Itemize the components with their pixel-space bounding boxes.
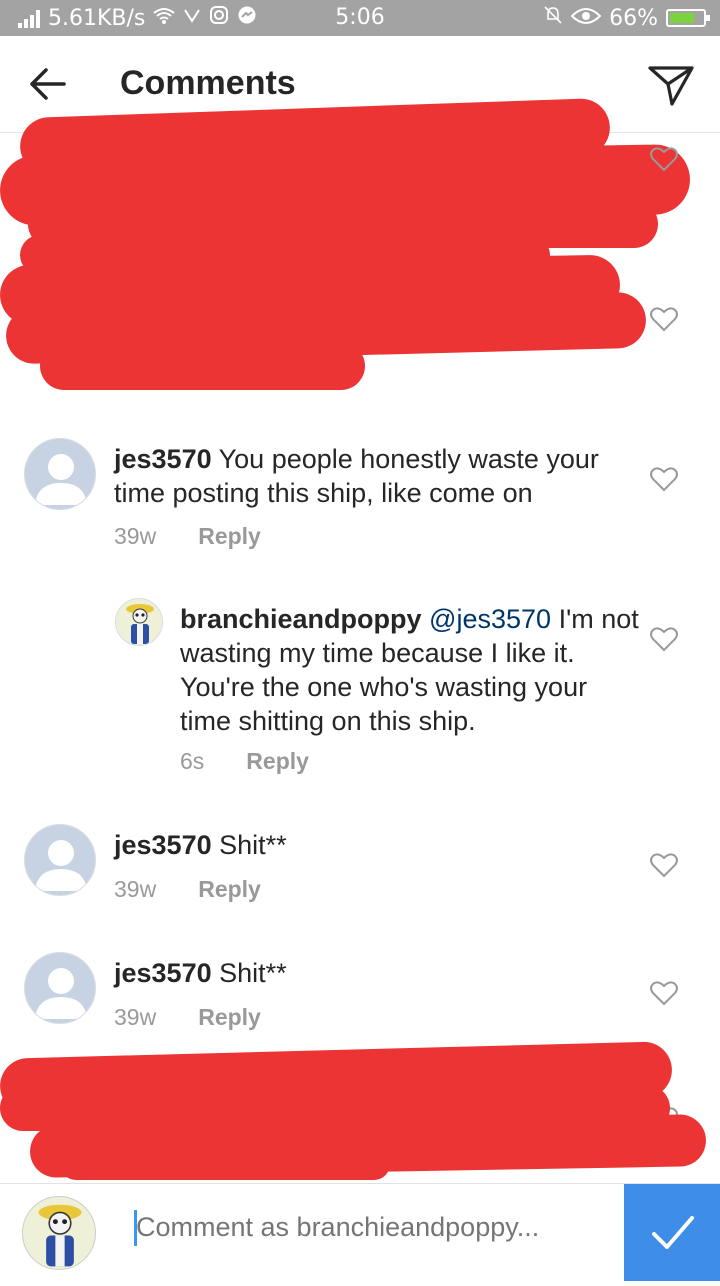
battery-percent: 66% <box>609 5 658 31</box>
status-right: 66% <box>543 5 710 31</box>
avatar[interactable] <box>24 438 96 510</box>
comment-text: Shit** <box>219 830 287 860</box>
comment-username[interactable]: branchieandpoppy <box>180 604 422 634</box>
reply-button[interactable]: Reply <box>198 876 261 903</box>
like-heart-icon[interactable] <box>650 980 678 1006</box>
default-avatar-icon <box>35 454 87 505</box>
comment-item: jes3570 Shit** 39w Reply <box>0 944 720 1054</box>
comment-age: 39w <box>114 523 157 549</box>
back-arrow-icon[interactable] <box>26 62 70 106</box>
mention-link[interactable]: @jes3570 <box>429 604 551 634</box>
avatar[interactable] <box>24 824 96 896</box>
mute-bell-icon <box>543 5 563 31</box>
comment-age: 39w <box>114 1004 157 1030</box>
avatar[interactable] <box>24 952 96 1024</box>
reply-button[interactable]: Reply <box>198 523 261 550</box>
status-bar: 5.61KB/s 5:06 66% <box>0 0 720 36</box>
like-heart-icon[interactable] <box>650 466 678 492</box>
like-heart-icon[interactable] <box>650 852 678 878</box>
send-direct-icon[interactable] <box>646 60 696 110</box>
comment-username[interactable]: jes3570 <box>114 830 212 860</box>
skeleton-avatar-icon <box>38 1204 82 1267</box>
comment-composer <box>0 1183 720 1281</box>
default-avatar-icon <box>35 840 87 891</box>
post-comment-button[interactable] <box>624 1184 720 1281</box>
avatar[interactable] <box>115 598 163 646</box>
comment-body: branchieandpoppy @jes3570 I'm not wastin… <box>180 602 640 738</box>
reply-button[interactable]: Reply <box>246 748 309 775</box>
comment-body: jes3570 Shit** <box>114 956 634 990</box>
comment-username[interactable]: jes3570 <box>114 958 212 988</box>
eye-icon <box>570 6 602 31</box>
comment-meta: 39w Reply <box>114 523 261 550</box>
like-heart-icon[interactable] <box>650 626 678 652</box>
reply-comment-item: branchieandpoppy @jes3570 I'm not wastin… <box>0 590 720 790</box>
like-heart-icon[interactable] <box>650 146 678 172</box>
comment-age: 6s <box>180 748 205 774</box>
comment-item: jes3570 You people honestly waste your t… <box>0 430 720 560</box>
comment-text: Shit** <box>219 958 287 988</box>
battery-icon <box>666 9 710 27</box>
comment-input[interactable] <box>136 1212 606 1243</box>
page-title: Comments <box>120 64 296 102</box>
skeleton-avatar-icon <box>126 604 154 644</box>
like-heart-icon[interactable] <box>650 306 678 332</box>
comment-meta: 39w Reply <box>114 876 261 903</box>
reply-button[interactable]: Reply <box>198 1004 261 1031</box>
comment-username[interactable]: jes3570 <box>114 444 212 474</box>
comment-age: 39w <box>114 876 157 902</box>
checkmark-icon <box>652 1216 694 1249</box>
default-avatar-icon <box>35 968 87 1019</box>
current-user-avatar <box>22 1196 96 1270</box>
comment-body: jes3570 You people honestly waste your t… <box>114 442 634 510</box>
comment-meta: 39w Reply <box>114 1004 261 1031</box>
comment-body: jes3570 Shit** <box>114 828 634 862</box>
comment-item: jes3570 Shit** 39w Reply <box>0 816 720 926</box>
comment-meta: 6s Reply <box>180 748 309 775</box>
